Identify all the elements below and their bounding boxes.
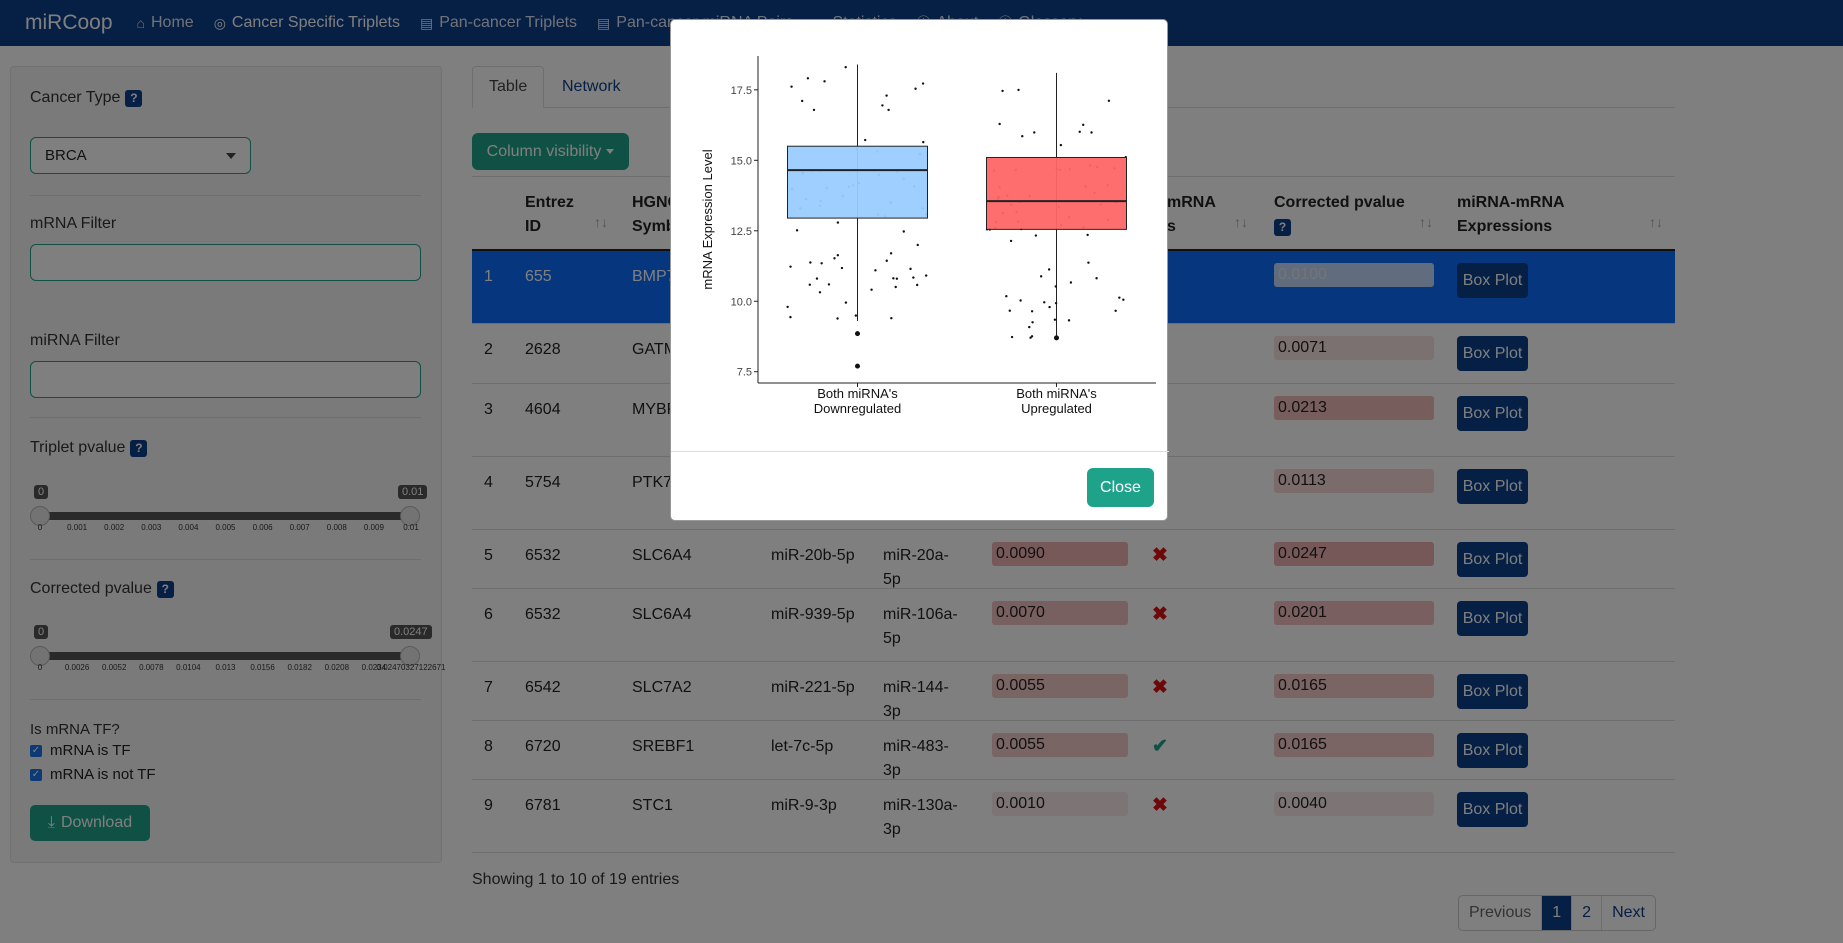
- y-tick-label: 17.5: [731, 85, 752, 97]
- jitter-point: [914, 87, 917, 90]
- boxplot-modal: 7.5 10.0 12.5 15.0 17.5 mRNA Expression Level…: [670, 19, 1169, 521]
- jitter-point: [1054, 301, 1058, 305]
- jitter-point: [874, 269, 877, 272]
- jitter-point: [840, 266, 844, 270]
- y-tick-label: 10.0: [731, 296, 752, 308]
- jitter-point: [922, 140, 925, 144]
- jitter-point: [1031, 321, 1034, 324]
- jitter-point: [833, 257, 836, 260]
- jitter-point: [800, 99, 804, 103]
- x-tick-label: Both miRNA's: [1016, 386, 1097, 401]
- outlier-point: [1054, 335, 1059, 341]
- boxplot-chart: 7.5 10.0 12.5 15.0 17.5 mRNA Expression Level…: [700, 56, 1156, 416]
- jitter-point: [1030, 310, 1034, 313]
- jitter-point: [1017, 88, 1020, 92]
- jitter-point: [1059, 143, 1063, 147]
- jitter-point: [912, 276, 915, 279]
- jitter-point: [916, 243, 919, 247]
- jitter-point: [1087, 261, 1090, 264]
- jitter-point: [1078, 130, 1081, 134]
- y-tick-label: 7.5: [737, 367, 752, 379]
- jitter-point: [909, 267, 912, 271]
- jitter-point: [889, 252, 893, 255]
- x-tick-label: Downregulated: [814, 401, 901, 416]
- jitter-point: [795, 229, 799, 232]
- jitter-point: [1047, 268, 1051, 271]
- jitter-point: [1033, 131, 1036, 134]
- jitter-point: [924, 274, 928, 277]
- jitter-point: [1001, 89, 1004, 93]
- modal-footer-divider: [671, 451, 1169, 452]
- jitter-point: [870, 288, 873, 291]
- jitter-point: [808, 283, 812, 286]
- jitter-point: [1054, 285, 1057, 288]
- jitter-point: [812, 108, 816, 112]
- jitter-point: [1019, 299, 1022, 302]
- jitter-point: [894, 285, 897, 289]
- jitter-point: [1090, 131, 1093, 134]
- jitter-point: [815, 277, 819, 280]
- x-tick-label: Upregulated: [1021, 401, 1092, 416]
- jitter-point: [789, 315, 792, 319]
- jitter-point: [1028, 325, 1031, 329]
- outlier-point: [855, 363, 860, 369]
- jitter-point: [915, 283, 919, 287]
- jitter-point: [818, 291, 822, 294]
- jitter-point: [1107, 99, 1111, 102]
- x-tick-label: Both miRNA's: [817, 386, 898, 401]
- y-tick-label: 12.5: [731, 226, 752, 238]
- jitter-point: [1029, 336, 1032, 339]
- jitter-point: [1082, 123, 1085, 127]
- jitter-point: [836, 317, 839, 320]
- y-axis-label: mRNA Expression Level: [700, 149, 715, 289]
- jitter-point: [863, 138, 867, 142]
- jitter-point: [1010, 335, 1014, 339]
- jitter-point: [809, 261, 812, 264]
- jitter-point: [1009, 239, 1013, 243]
- outlier-point: [855, 331, 860, 337]
- jitter-point: [823, 80, 826, 83]
- jitter-point: [789, 265, 792, 268]
- jitter-point: [827, 283, 831, 286]
- jitter-point: [1095, 277, 1098, 280]
- close-button[interactable]: Close: [1087, 468, 1154, 507]
- jitter-point: [836, 221, 840, 224]
- jitter-point: [820, 262, 823, 265]
- jitter-point: [1086, 233, 1089, 237]
- jitter-point: [1067, 319, 1071, 322]
- jitter-point: [1039, 275, 1043, 278]
- jitter-point: [806, 77, 810, 80]
- box-body: [787, 145, 928, 219]
- jitter-point: [786, 305, 789, 309]
- jitter-point: [790, 85, 793, 88]
- jitter-point: [1034, 234, 1038, 237]
- jitter-point: [1005, 294, 1008, 298]
- jitter-point: [1048, 305, 1051, 309]
- jitter-point: [1053, 318, 1057, 321]
- jitter-point: [921, 82, 925, 85]
- jitter-point: [998, 122, 1001, 126]
- jitter-point: [1008, 309, 1011, 312]
- box-body: [986, 156, 1127, 230]
- jitter-point: [892, 277, 895, 280]
- jitter-point: [890, 316, 893, 320]
- jitter-point: [895, 277, 899, 280]
- jitter-point: [887, 108, 890, 112]
- jitter-point: [1122, 298, 1125, 301]
- jitter-point: [844, 301, 848, 304]
- jitter-point: [844, 65, 847, 69]
- jitter-point: [836, 254, 840, 257]
- jitter-point: [854, 314, 858, 317]
- jitter-point: [881, 104, 884, 107]
- jitter-point: [1118, 296, 1121, 299]
- y-tick-label: 15.0: [731, 155, 752, 167]
- jitter-point: [885, 259, 888, 262]
- jitter-point: [1069, 281, 1073, 284]
- jitter-point: [1043, 301, 1046, 304]
- jitter-point: [902, 230, 905, 233]
- jitter-point: [1021, 135, 1024, 138]
- jitter-point: [1114, 309, 1117, 313]
- jitter-point: [885, 94, 888, 97]
